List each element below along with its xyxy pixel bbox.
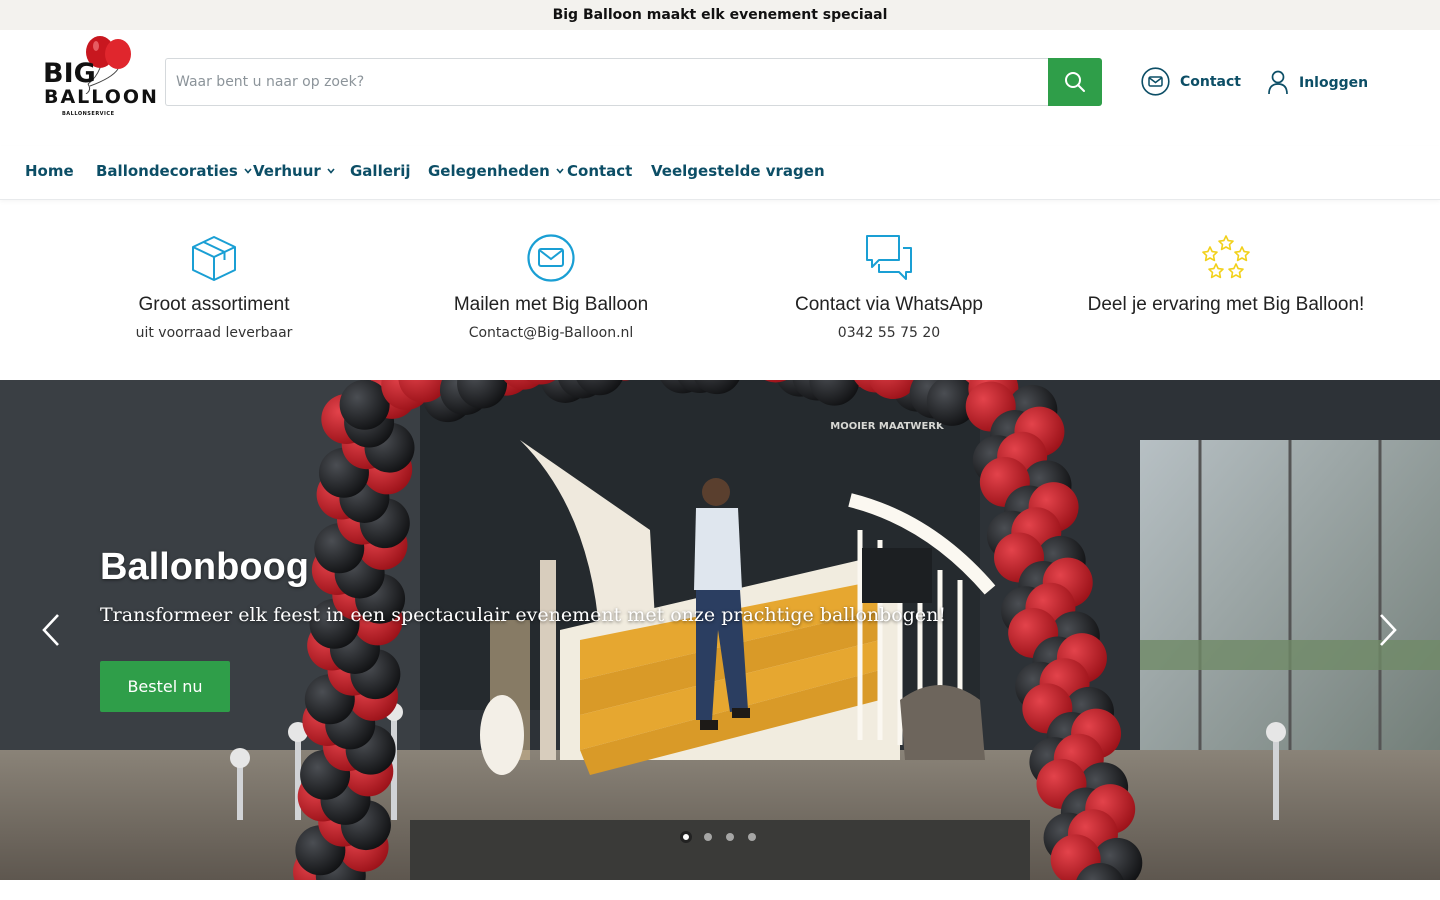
nav-item-home[interactable]: Home <box>25 162 74 180</box>
user-icon <box>1268 70 1288 95</box>
nav-item-label: Gelegenheden <box>428 162 550 180</box>
slider-prev-button[interactable] <box>36 612 66 648</box>
search-icon <box>1065 72 1085 92</box>
feature-subtitle[interactable]: 0342 55 75 20 <box>719 325 1059 341</box>
nav-item-label: Contact <box>567 162 633 180</box>
hero-slider: MOOIER MAATWERK Ballonboog Transformeer … <box>0 380 1440 880</box>
header-login-link[interactable]: Inloggen <box>1267 70 1368 95</box>
feature-subtitle: uit voorraad leverbaar <box>135 325 293 341</box>
chevron-down-icon <box>556 168 564 174</box>
logo-line-service: BALLONSERVICE <box>62 111 115 117</box>
slider-dot-2[interactable] <box>704 833 712 841</box>
logo-line-big: BIG <box>43 58 96 89</box>
announcement-bar: Big Balloon maakt elk evenement speciaal <box>0 0 1440 30</box>
logo[interactable]: BIG BALLOON BALLONSERVICE <box>38 34 157 120</box>
announcement-text: Big Balloon maakt elk evenement speciaal <box>552 7 888 23</box>
nav-item-label: Ballondecoraties <box>96 162 238 180</box>
search-input[interactable] <box>165 58 1048 106</box>
order-now-button[interactable]: Bestel nu <box>100 661 230 712</box>
feature-title: Contact via WhatsApp <box>795 294 983 315</box>
slider-dot-4[interactable] <box>748 833 756 841</box>
hero-title: Ballonboog <box>100 546 309 588</box>
chat-bubbles-icon <box>866 235 912 280</box>
feature-title: Groot assortiment <box>138 294 290 315</box>
main-nav: Home Ballondecoraties Verhuur Gallerij G… <box>0 146 1440 200</box>
chevron-down-icon <box>244 168 252 174</box>
wall-sign-text: MOOIER MAATWERK <box>830 421 945 432</box>
nav-item-faq[interactable]: Veelgestelde vragen <box>651 162 825 180</box>
chevron-right-icon <box>1380 614 1397 646</box>
header-contact-label: Contact <box>1180 73 1241 90</box>
box-icon <box>192 236 236 281</box>
stars-icon <box>1202 235 1250 279</box>
nav-item-gallerij[interactable]: Gallerij <box>350 162 411 180</box>
header-contact-link[interactable]: Contact <box>1141 67 1241 96</box>
nav-item-label: Verhuur <box>253 162 321 180</box>
nav-item-label: Home <box>25 162 74 180</box>
header-login-label: Inloggen <box>1299 74 1369 91</box>
slider-dots <box>680 831 770 843</box>
chevron-down-icon <box>327 168 335 174</box>
slider-next-button[interactable] <box>1373 612 1403 648</box>
nav-item-label: Gallerij <box>350 162 411 180</box>
search-button[interactable] <box>1048 58 1102 106</box>
feature-title: Mailen met Big Balloon <box>453 294 649 315</box>
chevron-left-icon <box>42 614 59 646</box>
nav-item-label: Veelgestelde vragen <box>651 162 825 180</box>
hero-subtitle: Transformeer elk feest in een spectacula… <box>100 604 947 626</box>
slider-dot-3[interactable] <box>726 833 734 841</box>
hero-background-image: MOOIER MAATWERK <box>0 380 1440 880</box>
nav-item-ballondecoraties[interactable]: Ballondecoraties <box>96 162 252 180</box>
logo-line-balloon: BALLOON <box>44 86 159 108</box>
feature-title: Deel je ervaring met Big Balloon! <box>1087 294 1365 315</box>
feature-subtitle[interactable]: Contact@Big-Balloon.nl <box>381 325 721 341</box>
nav-item-contact[interactable]: Contact <box>567 162 632 180</box>
mail-circle-icon <box>1141 67 1170 96</box>
search-bar <box>165 58 1102 106</box>
slider-dot-1[interactable] <box>680 831 692 843</box>
feature-strip: Groot assortiment uit voorraad leverbaar… <box>0 200 1440 380</box>
mail-circle-icon <box>527 234 575 282</box>
nav-item-verhuur[interactable]: Verhuur <box>253 162 335 180</box>
nav-item-gelegenheden[interactable]: Gelegenheden <box>428 162 564 180</box>
